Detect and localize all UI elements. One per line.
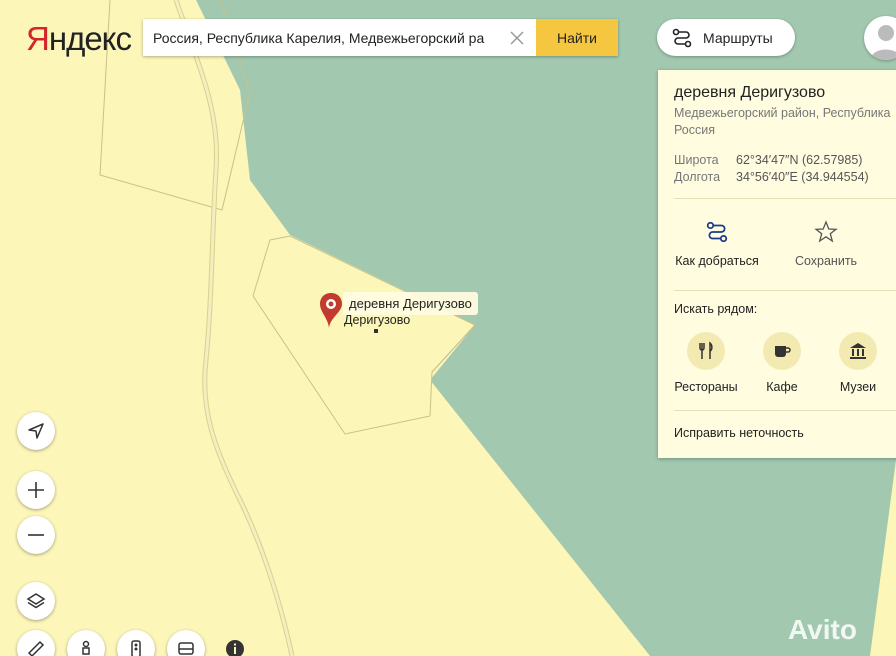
- divider: [674, 410, 896, 411]
- zoom-out-icon: [28, 534, 44, 536]
- divider: [674, 290, 896, 291]
- place-info-panel: деревня Деригузово Медвежьегорский район…: [658, 70, 896, 458]
- routes-button[interactable]: Маршруты: [657, 19, 795, 56]
- nearby-label: Искать рядом:: [674, 302, 758, 316]
- avito-watermark: Avito: [788, 614, 857, 645]
- info-icon: [226, 640, 244, 656]
- logo-first-letter: Я: [26, 20, 50, 57]
- address-line-1: Медвежьегорский район, Республика: [674, 106, 891, 120]
- longitude-value: 34°56′40″E (34.944554): [736, 170, 869, 184]
- layers-icon: [26, 593, 46, 609]
- latitude-value: 62°34′47″N (62.57985): [736, 153, 863, 167]
- save-button[interactable]: Сохранить: [788, 220, 864, 268]
- star-icon: [814, 220, 838, 243]
- fork-knife-icon: [699, 341, 713, 359]
- transport-icon: [178, 642, 194, 655]
- routes-label: Маршруты: [703, 29, 773, 46]
- latitude-label: Широта: [674, 153, 719, 167]
- place-label[interactable]: деревня Деригузово: [343, 292, 478, 315]
- divider: [674, 198, 896, 199]
- save-label: Сохранить: [794, 254, 858, 268]
- longitude-label: Долгота: [674, 170, 721, 184]
- cafe-label: Кафе: [766, 380, 798, 394]
- directions-button[interactable]: Как добраться: [672, 220, 762, 268]
- place-address: Медвежьегорский район, Республика Россия: [674, 105, 896, 139]
- yandex-logo[interactable]: Яндекс: [26, 20, 132, 58]
- village-label: Деригузово: [344, 313, 411, 327]
- directions-label: Как добраться: [675, 254, 759, 268]
- village-dot: [374, 329, 378, 333]
- layers-button[interactable]: [17, 582, 55, 620]
- museum-icon: [850, 343, 866, 359]
- panorama-icon: [82, 640, 90, 655]
- locate-icon: [28, 423, 44, 439]
- nearby-cafe-button[interactable]: Кафе: [747, 332, 817, 394]
- locate-button[interactable]: [17, 412, 55, 450]
- cup-icon: [775, 346, 791, 357]
- nearby-museums-button[interactable]: Музеи: [823, 332, 893, 394]
- report-error-link[interactable]: Исправить неточность: [674, 426, 804, 440]
- search-button[interactable]: Найти: [536, 19, 618, 56]
- clear-icon[interactable]: [507, 28, 527, 48]
- zoom-out-button[interactable]: [17, 516, 55, 554]
- coordinates: Широта 62°34′47″N (62.57985) Долгота 34°56…: [674, 152, 869, 186]
- zoom-in-button[interactable]: [17, 471, 55, 509]
- place-title: деревня Деригузово: [674, 84, 826, 101]
- route-icon: [672, 28, 692, 47]
- place-pin-icon[interactable]: [318, 292, 344, 330]
- museums-label: Музеи: [839, 380, 877, 394]
- nearby-restaurants-button[interactable]: Рестораны: [671, 332, 741, 394]
- search-input[interactable]: [143, 19, 503, 56]
- zoom-in-icon: [28, 482, 44, 498]
- traffic-icon: [131, 640, 141, 656]
- ruler-icon: [27, 640, 45, 656]
- route-icon: [706, 221, 728, 243]
- logo-rest: ндекс: [48, 20, 132, 57]
- search-bar: Найти: [143, 19, 618, 56]
- address-line-2: Россия: [674, 123, 715, 137]
- restaurants-label: Рестораны: [674, 380, 738, 394]
